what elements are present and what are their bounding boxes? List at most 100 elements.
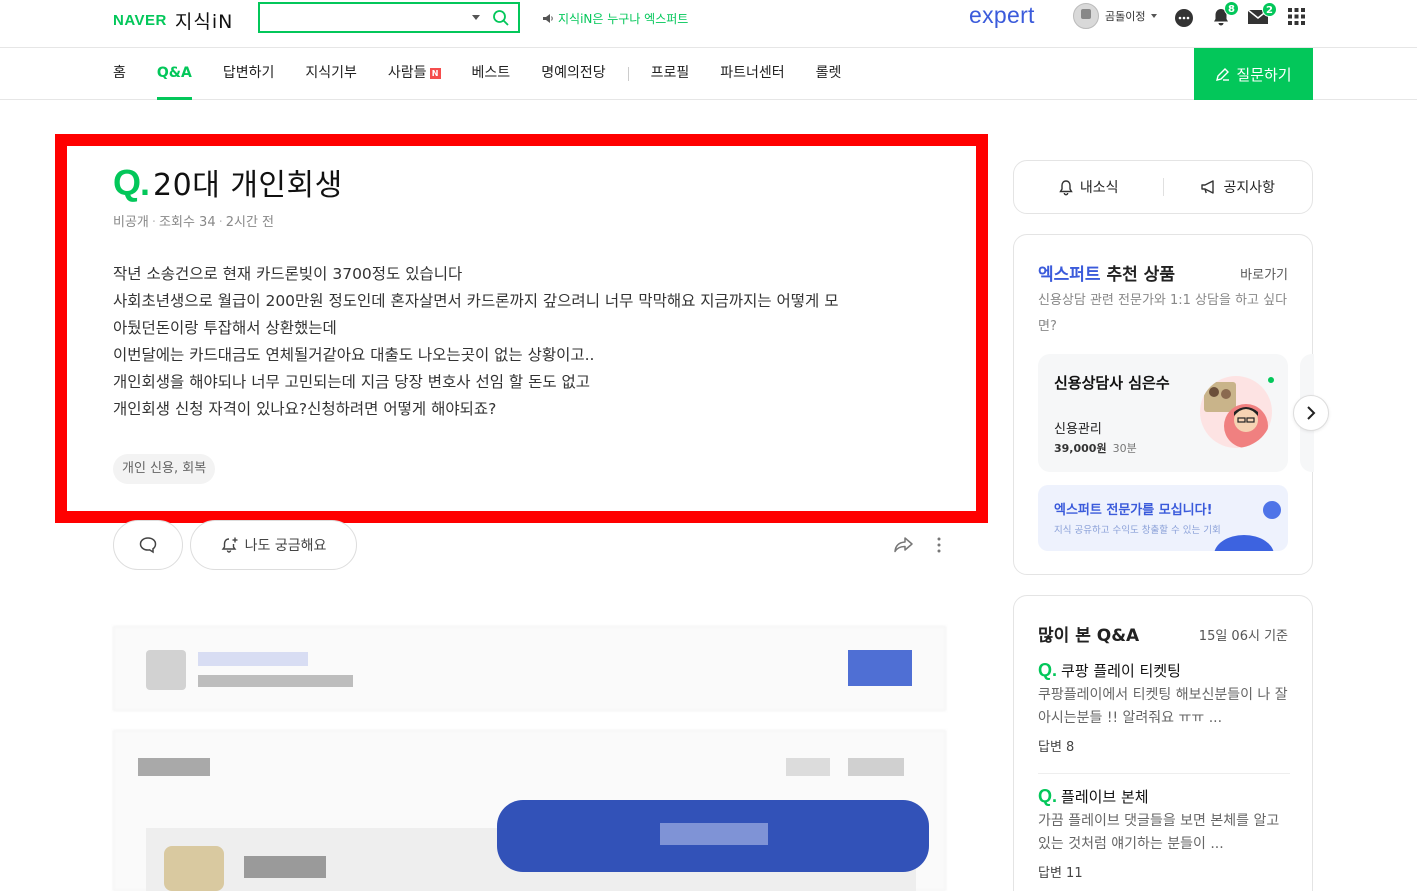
blurred-text [198, 675, 353, 687]
question-tag[interactable]: 개인 신용, 회복 [113, 454, 216, 484]
nav-hall-of-fame[interactable]: 명예의전당 [541, 48, 605, 100]
blurred-button [848, 650, 912, 686]
view-count: 조회수 34 [159, 215, 216, 230]
avatar[interactable] [1073, 3, 1099, 29]
blurred-text [848, 758, 904, 776]
body-line: 사회초년생으로 월급이 200만원 정도인데 혼자살면서 카드론까지 갚으려니 … [113, 292, 839, 310]
my-news-link[interactable]: 내소식 [1014, 177, 1163, 197]
question-body: 작년 소송건으로 현재 카드론빚이 3700정도 있습니다 사회초년생으로 월급… [113, 261, 953, 423]
notice-label: 공지사항 [1223, 180, 1276, 196]
top-header: NAVER 지식iN 지식iN은 누구나 엑스퍼트 expert 곰돌이정 8 [0, 0, 1417, 48]
recruit-desc: 지식 공유하고 수익도 창출할 수 있는 기회 [1054, 525, 1221, 536]
chat-icon[interactable] [1174, 8, 1194, 28]
search-input[interactable] [260, 4, 460, 31]
popular-title: 많이 본 Q&A [1038, 626, 1140, 646]
decor-ball [1263, 501, 1281, 519]
promo-text: 지식iN은 누구나 엑스퍼트 [558, 12, 689, 26]
nav-profile[interactable]: 프로필 [651, 48, 690, 100]
carousel-next-button[interactable] [1293, 395, 1329, 431]
jisikin-logo[interactable]: 지식iN [175, 7, 233, 34]
new-badge: N [429, 68, 441, 79]
blurred-text [244, 856, 326, 878]
popular-item-title[interactable]: 쿠팡 플레이 티켓팅 [1061, 660, 1181, 681]
recruit-title: 엑스퍼트 전문가를 모십니다! [1054, 503, 1213, 518]
nav-partner-center[interactable]: 파트너센터 [720, 48, 784, 100]
expert-recruit-banner[interactable]: 엑스퍼트 전문가를 모십니다! 지식 공유하고 수익도 창출할 수 있는 기회 [1038, 485, 1288, 551]
go-link[interactable]: 바로가기 [1240, 264, 1288, 283]
nav-divider [627, 67, 629, 81]
pencil-icon [1216, 67, 1230, 81]
nav-donate[interactable]: 지식기부 [305, 48, 357, 100]
page-title: 20대 개인회생 [153, 168, 343, 203]
consultant-card[interactable]: 신용상담사 심은수 신용관리 39,000원 30분 [1038, 354, 1288, 472]
service-logo[interactable]: NAVER 지식iN [113, 7, 233, 34]
popular-item[interactable]: Q. 쿠팡 플레이 티켓팅 쿠팡플레이에서 티켓팅 해보신분들이 나 잘 아시는분… [1038, 660, 1290, 755]
question-title: Q. 20대 개인회생 [113, 160, 343, 204]
curious-too-button[interactable]: 나도 궁금해요 [190, 520, 357, 570]
post-time: 2시간 전 [225, 215, 275, 230]
q-mark: Q. [113, 162, 150, 203]
consultant-illustration [1204, 382, 1268, 448]
blurred-answer-card [113, 626, 946, 711]
nav-best[interactable]: 베스트 [472, 48, 511, 100]
search-icon[interactable] [492, 9, 510, 27]
duration: 30분 [1112, 442, 1137, 455]
mail-count-badge: 2 [1262, 2, 1277, 17]
comment-button[interactable] [113, 520, 183, 570]
body-line: 이번달에는 카드대금도 연체될거같아요 대출도 나오는곳이 없는 상황이고.. [113, 346, 595, 364]
body-line: 개인회생을 해야되나 너무 고민되는데 지금 당장 변호사 선임 할 돈도 없고 [113, 373, 591, 391]
expert-logo[interactable]: expert [969, 2, 1035, 29]
blurred-text [138, 758, 210, 776]
bell-outline-icon [1059, 179, 1073, 195]
notification-count-badge: 8 [1224, 1, 1239, 16]
main-nav: 홈 Q&A 답변하기 지식기부 사람들 N 베스트 명예의전당 프로필 파트너센터… [0, 48, 1417, 100]
nav-people[interactable]: 사람들 N [388, 48, 441, 100]
ask-question-label: 질문하기 [1236, 66, 1292, 84]
nav-roulette[interactable]: 롤렛 [816, 48, 842, 100]
naver-logo[interactable]: NAVER [113, 12, 167, 29]
popular-item-answers: 답변 11 [1038, 866, 1083, 881]
notification-card: 내소식 공지사항 [1013, 160, 1313, 214]
more-options-icon[interactable] [936, 537, 942, 553]
popular-item-title[interactable]: 플레이브 본체 [1061, 786, 1149, 807]
ask-question-button[interactable]: 질문하기 [1194, 48, 1313, 100]
online-status-dot [1268, 377, 1274, 383]
divider [1038, 773, 1290, 774]
chevron-right-icon [1307, 406, 1316, 420]
nav-home[interactable]: 홈 [113, 48, 126, 100]
recommend-title-brand: 엑스퍼트 [1038, 265, 1101, 285]
share-icon[interactable] [893, 536, 914, 554]
popular-qna-card: 많이 본 Q&A 15일 06시 기준 Q. 쿠팡 플레이 티켓팅 쿠팡플레이에서… [1013, 595, 1313, 891]
chevron-down-icon[interactable] [1151, 14, 1158, 18]
product-name: 신용관리 [1054, 422, 1102, 437]
recommend-title-text: 추천 상품 [1100, 265, 1175, 285]
mail-button[interactable]: 2 [1247, 2, 1277, 26]
recommend-desc: 신용상담 관련 전문가와 1:1 상담을 하고 싶다면? [1038, 293, 1288, 334]
user-name[interactable]: 곰돌이정 [1105, 8, 1145, 24]
notice-link[interactable]: 공지사항 [1164, 177, 1313, 197]
bell-plus-icon [221, 537, 238, 553]
popular-item-answers: 답변 8 [1038, 740, 1075, 755]
search-box [258, 2, 520, 33]
decor-half-circle [1214, 535, 1274, 551]
popular-item-title-row: Q. 플레이브 본체 [1038, 786, 1290, 807]
notification-button[interactable]: 8 [1211, 1, 1239, 27]
nav-qna[interactable]: Q&A [156, 48, 192, 100]
question-meta: 비공개 · 조회수 34 · 2시간 전 [113, 215, 275, 230]
q-mark: Q. [1038, 660, 1058, 680]
visibility-label: 비공개 [113, 215, 149, 230]
promo-link[interactable]: 지식iN은 누구나 엑스퍼트 [542, 10, 688, 27]
q-mark: Q. [1038, 786, 1058, 806]
apps-grid-icon[interactable] [1288, 8, 1305, 25]
nav-answer[interactable]: 답변하기 [223, 48, 275, 100]
popular-item[interactable]: Q. 플레이브 본체 가끔 플레이브 댓글들을 보면 본체를 알고 있는 것처럼 … [1038, 786, 1290, 881]
search-scope-dropdown-icon[interactable] [472, 15, 480, 20]
consultant-photo [1200, 376, 1272, 448]
recommend-title: 엑스퍼트 추천 상품 [1038, 260, 1175, 285]
consultant-name: 신용상담사 심은수 [1054, 374, 1170, 392]
body-line: 개인회생 신청 자격이 있나요?신청하려면 어떻게 해야되죠? [113, 400, 497, 418]
blurred-text [660, 823, 768, 845]
user-menu[interactable]: 곰돌이정 [1073, 3, 1158, 29]
megaphone-icon [1201, 180, 1215, 194]
curious-label: 나도 궁금해요 [244, 538, 327, 554]
